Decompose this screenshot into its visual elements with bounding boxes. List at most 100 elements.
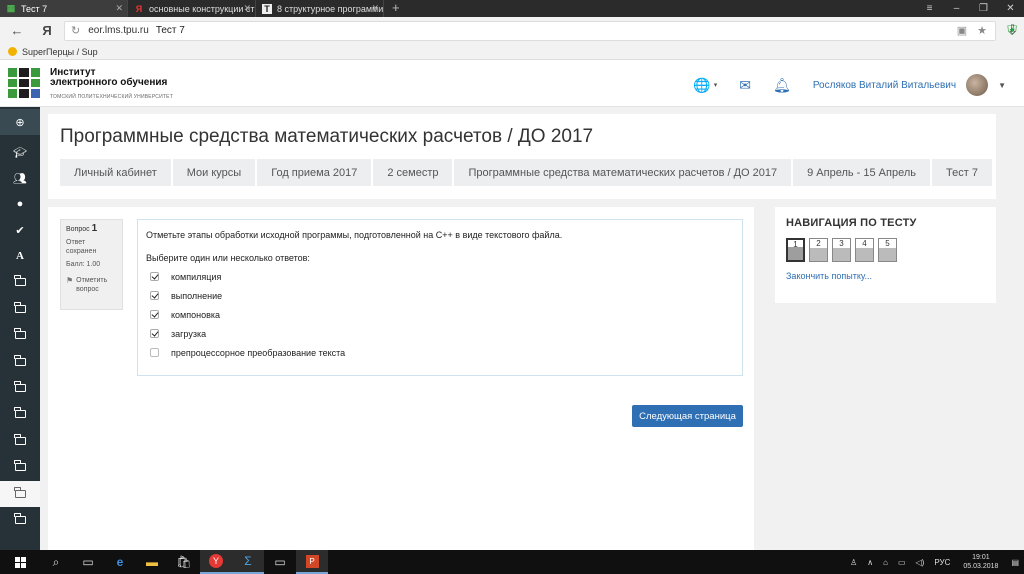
answer-option[interactable]: препроцессорное преобразование текста (146, 343, 734, 362)
volume-icon[interactable]: ◁) (916, 558, 925, 567)
taskbar: ⌕ ▭ e ▬ 🛍︎ Y Σ ▭ P ♙ ∧ ⌂ ▭ ◁) РУС 19:01 … (0, 550, 1024, 574)
avatar[interactable] (966, 74, 989, 96)
breadcrumb-item[interactable]: 2 семестр (371, 159, 452, 186)
task-view-icon[interactable]: ▭ (72, 550, 104, 574)
quiz-nav-button[interactable]: 2 (809, 238, 828, 262)
check-circle-icon[interactable]: ✔ (0, 217, 40, 243)
close-tab-icon[interactable]: ✕ (371, 3, 379, 14)
search-icon[interactable]: ⌕ (40, 550, 72, 574)
network-icon[interactable]: ⌂ (883, 558, 888, 567)
answer-option[interactable]: загрузка (146, 324, 734, 343)
user-name[interactable]: Росляков Виталий Витальевич (813, 80, 956, 91)
folder-icon[interactable] (0, 454, 40, 480)
breadcrumb-item[interactable]: Личный кабинет (60, 159, 171, 186)
question-text: Отметьте этапы обработки исходной програ… (146, 230, 563, 240)
answer-checkbox[interactable] (150, 291, 159, 300)
answer-label[interactable]: выполнение (171, 291, 222, 301)
file-explorer-icon[interactable]: ▬ (136, 550, 168, 574)
breadcrumb-item[interactable]: 9 Апрель - 15 Апрель (791, 159, 930, 186)
browser-tab-bar: ▦ Тест 7 ✕ Я основные конструкции стр ✕ … (0, 0, 1024, 17)
menu-lines-icon[interactable]: ≡ (916, 0, 943, 17)
sigma-app-icon[interactable]: Σ (232, 550, 264, 574)
answer-label[interactable]: загрузка (171, 329, 206, 339)
mail-icon[interactable]: ✉ (739, 77, 751, 94)
yandex-home-icon[interactable]: Я (36, 23, 58, 38)
edge-icon[interactable]: e (104, 550, 136, 574)
browser-tab[interactable]: T 8 структурное программир ✕ (256, 0, 384, 17)
download-icon[interactable]: ⇩ (1007, 22, 1018, 38)
bookmark-icon (8, 47, 17, 56)
url-page-title: Тест 7 (155, 25, 185, 36)
browser-address-bar: ← Я ↻ eor.lms.tpu.ru Тест 7 ▣ ★ ⛨ (0, 17, 1024, 44)
folder-icon[interactable] (0, 428, 40, 454)
answer-checkbox[interactable] (150, 329, 159, 338)
breadcrumb-item[interactable]: Мои курсы (170, 159, 255, 186)
back-arrow-icon[interactable]: ← (6, 23, 28, 38)
answer-label[interactable]: компоновка (171, 310, 220, 320)
flag-icon: ⚑ (66, 276, 74, 285)
next-page-button[interactable]: Следующая страница (632, 405, 743, 427)
site-logo[interactable]: Институт электронного обучения ТОМСКИЙ П… (8, 68, 173, 102)
person-icon[interactable]: ♙ (850, 558, 857, 567)
finish-attempt-link[interactable]: Закончить попытку... (786, 271, 985, 281)
globe-icon[interactable]: 🌐 ▾ (693, 77, 717, 94)
reload-icon[interactable]: ↻ (71, 24, 80, 37)
graduation-cap-icon[interactable]: 🎓︎ (0, 139, 40, 165)
notifications-icon[interactable]: ▤ (1011, 558, 1019, 567)
folder-icon[interactable] (0, 507, 40, 533)
minimize-icon[interactable]: – (943, 0, 970, 17)
reader-icon[interactable]: ▣ (957, 24, 967, 37)
powerpoint-icon[interactable]: P (296, 550, 328, 574)
quiz-nav-button[interactable]: 3 (832, 238, 851, 262)
answer-checkbox[interactable] (150, 348, 159, 357)
answer-option[interactable]: компиляция (146, 267, 734, 286)
close-window-icon[interactable]: ✕ (997, 0, 1024, 17)
site-header: Институт электронного обучения ТОМСКИЙ П… (0, 60, 1024, 107)
answer-label[interactable]: компиляция (171, 272, 221, 282)
chevron-up-icon[interactable]: ∧ (867, 558, 873, 567)
folder-icon[interactable] (0, 401, 40, 427)
answer-checkbox[interactable] (150, 272, 159, 281)
flag-question-button[interactable]: ⚑ Отметить вопрос (66, 276, 117, 294)
answer-checkbox[interactable] (150, 310, 159, 319)
tab-title: Тест 7 (21, 3, 48, 14)
folder-icon[interactable] (0, 296, 40, 322)
answer-option[interactable]: компоновка (146, 305, 734, 324)
restore-icon[interactable]: ❐ (970, 0, 997, 17)
answer-option[interactable]: выполнение (146, 286, 734, 305)
yandex-browser-icon[interactable]: Y (200, 550, 232, 574)
folder-icon[interactable] (0, 375, 40, 401)
folder-icon[interactable] (0, 481, 40, 507)
battery-icon[interactable]: ▭ (898, 558, 906, 567)
language-indicator[interactable]: РУС (934, 558, 950, 567)
browser-tab[interactable]: Я основные конструкции стр ✕ (128, 0, 256, 17)
breadcrumb-item[interactable]: Год приема 2017 (255, 159, 371, 186)
close-tab-icon[interactable]: ✕ (243, 3, 251, 14)
folder-icon[interactable] (0, 349, 40, 375)
quiz-nav-button[interactable]: 4 (855, 238, 874, 262)
users-icon[interactable]: 👥︎ (0, 165, 40, 191)
bookmark-item[interactable]: SuperПерцы / Sup (22, 47, 98, 57)
video-app-icon[interactable]: ▭ (264, 550, 296, 574)
circle-icon[interactable]: ● (0, 191, 40, 217)
quiz-nav-button[interactable]: 5 (878, 238, 897, 262)
clock[interactable]: 19:01 05.03.2018 (963, 553, 998, 571)
answer-label[interactable]: препроцессорное преобразование текста (171, 348, 345, 358)
chevron-down-icon[interactable]: ▼ (998, 81, 1006, 90)
quiz-nav-button[interactable]: 1 (786, 238, 805, 262)
browser-tab-active[interactable]: ▦ Тест 7 ✕ (0, 0, 128, 17)
folder-icon[interactable] (0, 322, 40, 348)
breadcrumb-item[interactable]: Тест 7 (930, 159, 992, 186)
start-button[interactable] (0, 550, 40, 574)
drawer-toggle-icon[interactable]: ⊕ (0, 109, 40, 135)
folder-icon[interactable] (0, 269, 40, 295)
font-icon[interactable]: A (0, 243, 40, 269)
breadcrumb-item[interactable]: Программные средства математических расч… (452, 159, 791, 186)
url-field[interactable]: ↻ eor.lms.tpu.ru Тест 7 ▣ ★ ⛨ (64, 20, 1017, 41)
star-icon[interactable]: ★ (977, 24, 987, 37)
store-icon[interactable]: 🛍︎ (168, 550, 200, 574)
system-tray: ♙ ∧ ⌂ ▭ ◁) РУС 19:01 05.03.2018 ▤ (845, 550, 1024, 574)
new-tab-icon[interactable]: + (384, 0, 408, 17)
bell-icon[interactable]: 🔔︎ (773, 77, 791, 94)
close-tab-icon[interactable]: ✕ (115, 3, 123, 14)
